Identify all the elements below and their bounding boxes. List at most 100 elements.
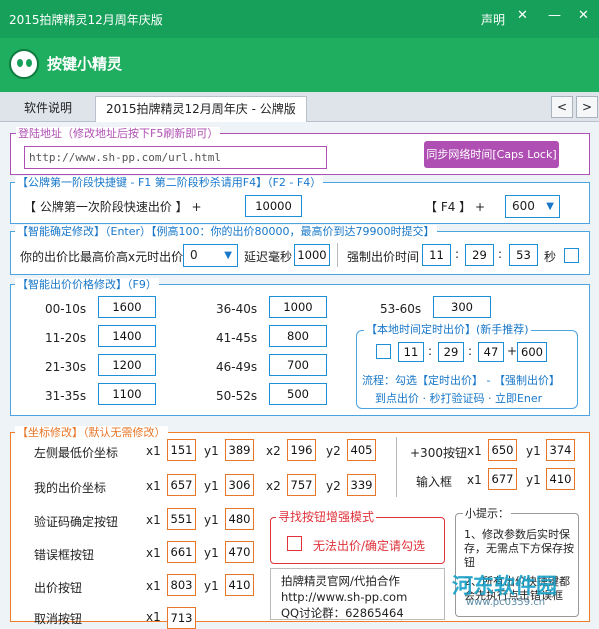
y1-tag: y1 bbox=[204, 546, 219, 560]
coord-y1[interactable]: 410 bbox=[225, 574, 254, 596]
price-input[interactable]: 1400 bbox=[98, 325, 156, 347]
hotkey-label: 【 公牌第一次阶段快速出价 】 + bbox=[24, 200, 202, 214]
brand-name: 按键小精灵 bbox=[47, 55, 123, 73]
sync-time-button[interactable]: 同步网络时间[Caps Lock] bbox=[424, 141, 559, 168]
y1-tag: y1 bbox=[204, 579, 219, 593]
timer-checkbox[interactable] bbox=[376, 344, 391, 359]
y1-tag: y1 bbox=[204, 444, 219, 458]
x1-tag: x1 bbox=[467, 473, 482, 487]
tips-legend: 小提示： bbox=[463, 507, 511, 520]
coord-y1[interactable]: 389 bbox=[225, 439, 254, 461]
enhance-checkbox[interactable] bbox=[287, 536, 302, 551]
timer-legend: 【本地时间定时出价】(新手推荐) bbox=[364, 323, 531, 336]
info-line1: 拍牌精灵官网/代拍合作 bbox=[281, 574, 400, 588]
tab-instructions[interactable]: 软件说明 bbox=[14, 96, 82, 122]
price-input[interactable]: 700 bbox=[269, 354, 327, 376]
coord-y1[interactable]: 410 bbox=[546, 468, 575, 490]
price-legend: 【智能出价价格修改】（F9） bbox=[15, 278, 159, 291]
price-input[interactable]: 500 bbox=[269, 383, 327, 405]
coord-y2[interactable]: 405 bbox=[347, 439, 376, 461]
plus-sign: + bbox=[507, 344, 518, 358]
force-second[interactable]: 53 bbox=[509, 244, 538, 266]
hotkey-value[interactable]: 10000 bbox=[245, 195, 302, 217]
coord-y1[interactable]: 470 bbox=[225, 541, 254, 563]
delay-input[interactable]: 1000 bbox=[294, 244, 330, 266]
price-input[interactable]: 300 bbox=[433, 296, 491, 318]
coord-x1[interactable]: 657 bbox=[167, 474, 196, 496]
coord-x2[interactable]: 196 bbox=[287, 439, 316, 461]
colon: : bbox=[428, 344, 433, 358]
coord-y2[interactable]: 339 bbox=[347, 474, 376, 496]
close-window-icon[interactable]: ✕ bbox=[578, 8, 589, 23]
price-label: 11-20s bbox=[45, 331, 87, 345]
login-legend: 登陆地址（修改地址后按下F5刷新即可） bbox=[16, 127, 221, 140]
info-qq: QQ讨论群：62865464 bbox=[281, 606, 404, 620]
divider bbox=[396, 437, 397, 497]
coord-y1[interactable]: 480 bbox=[225, 508, 254, 530]
f4-select[interactable]: 600 ▼ bbox=[505, 195, 560, 218]
x1-tag: x1 bbox=[146, 579, 161, 593]
timer-hour[interactable]: 11 bbox=[398, 342, 424, 362]
price-label: 53-60s bbox=[380, 302, 422, 316]
price-input[interactable]: 1600 bbox=[98, 296, 156, 318]
tab-prev-button[interactable]: < bbox=[551, 96, 573, 118]
y1-tag: y1 bbox=[526, 444, 541, 458]
price-label: 41-45s bbox=[216, 331, 258, 345]
colon: : bbox=[468, 344, 473, 358]
price-input[interactable]: 1200 bbox=[98, 354, 156, 376]
coord-y1[interactable]: 374 bbox=[546, 439, 575, 461]
coord-x1[interactable]: 677 bbox=[488, 468, 517, 490]
price-label: 31-35s bbox=[45, 389, 87, 403]
price-label: 00-10s bbox=[45, 302, 87, 316]
minimize-icon[interactable]: — bbox=[548, 8, 561, 23]
tab-next-button[interactable]: > bbox=[576, 96, 598, 118]
tab-main[interactable]: 2015拍牌精灵12月周年庆 - 公牌版 bbox=[95, 96, 307, 122]
statement-link[interactable]: 声明 bbox=[481, 11, 505, 28]
url-input[interactable]: http://www.sh-pp.com/url.html bbox=[24, 146, 327, 169]
coord-x1[interactable]: 551 bbox=[167, 508, 196, 530]
coord-label: 出价按钮 bbox=[34, 581, 83, 595]
force-time-label: 强制出价时间 bbox=[347, 250, 420, 264]
force-minute[interactable]: 29 bbox=[465, 244, 494, 266]
x1-tag: x1 bbox=[146, 513, 161, 527]
coord-label: 我的出价坐标 bbox=[34, 481, 107, 495]
coord-y1[interactable]: 306 bbox=[225, 474, 254, 496]
enhance-label: 无法出价/确定请勾选 bbox=[313, 539, 426, 553]
smart-select[interactable]: 0 ▼ bbox=[183, 244, 238, 267]
window-title: 2015拍牌精灵12月周年庆版 bbox=[9, 13, 163, 27]
price-label: 21-30s bbox=[45, 360, 87, 374]
y1-tag: y1 bbox=[526, 473, 541, 487]
price-input[interactable]: 800 bbox=[269, 325, 327, 347]
price-label: 50-52s bbox=[216, 389, 258, 403]
coord-x1[interactable]: 713 bbox=[167, 607, 196, 629]
brand-bar: 按键小精灵 bbox=[0, 38, 599, 92]
price-input[interactable]: 1000 bbox=[269, 296, 327, 318]
watermark-url: www.pc0359.cn bbox=[466, 597, 546, 608]
info-link[interactable]: http://www.sh-pp.com bbox=[281, 590, 407, 604]
force-hour[interactable]: 11 bbox=[422, 244, 451, 266]
price-label: 36-40s bbox=[216, 302, 258, 316]
x1-tag: x1 bbox=[146, 444, 161, 458]
coord-x2[interactable]: 757 bbox=[287, 474, 316, 496]
x1-tag: x1 bbox=[146, 610, 161, 624]
x1-tag: x1 bbox=[146, 479, 161, 493]
timer-second[interactable]: 47 bbox=[478, 342, 504, 362]
close-icon[interactable]: ✕ bbox=[517, 8, 528, 23]
timer-minute[interactable]: 29 bbox=[438, 342, 464, 362]
coord-x1[interactable]: 650 bbox=[488, 439, 517, 461]
y1-tag: y1 bbox=[204, 513, 219, 527]
coord-x1[interactable]: 803 bbox=[167, 574, 196, 596]
sec-label: 秒 bbox=[544, 250, 557, 264]
coords-legend: 【坐标修改】（默认无需修改） bbox=[15, 426, 168, 439]
smart-legend: 【智能确定修改】（Enter）【例高100：你的出价80000，最高价到达799… bbox=[15, 225, 437, 238]
price-input[interactable]: 1100 bbox=[98, 383, 156, 405]
divider bbox=[337, 243, 338, 267]
timer-add[interactable]: 600 bbox=[517, 342, 547, 362]
force-checkbox[interactable] bbox=[564, 248, 579, 263]
delay-label: 延迟毫秒 bbox=[244, 250, 293, 264]
coord-x1[interactable]: 661 bbox=[167, 541, 196, 563]
coord-label: 错误框按钮 bbox=[34, 548, 95, 562]
y2-tag: y2 bbox=[326, 479, 341, 493]
coord-x1[interactable]: 151 bbox=[167, 439, 196, 461]
x1-tag: x1 bbox=[467, 444, 482, 458]
